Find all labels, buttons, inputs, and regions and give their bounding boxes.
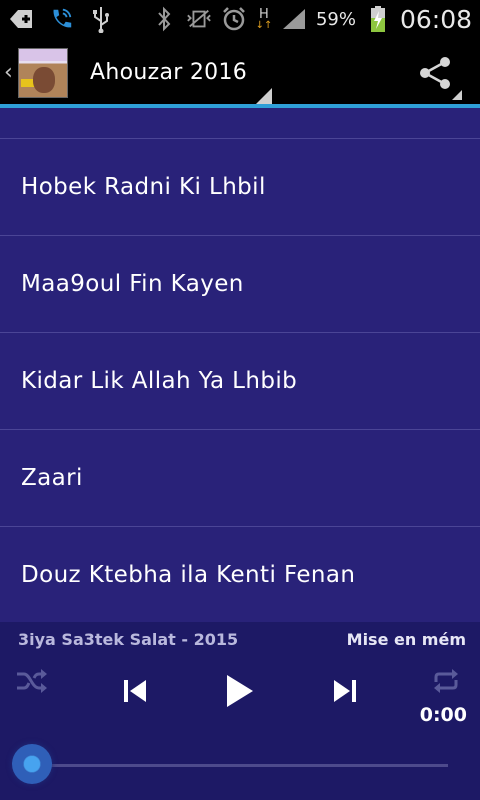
shuffle-icon[interactable] [14,666,50,696]
seek-bar[interactable] [16,764,448,767]
vibrate-icon [186,6,212,32]
add-notification-icon [8,6,34,32]
status-bar: H ↓↑ 59% 06:08 [0,0,480,38]
elapsed-time: 0:00 [419,704,467,726]
network-type-icon: H ↓↑ [255,6,273,31]
app-logo[interactable] [18,48,68,98]
now-playing-title: 3iya Sa3tek Salat - 2015 [18,630,239,649]
alarm-icon [221,6,247,32]
player-status-text: Mise en mém [346,630,466,649]
list-item[interactable]: Kidar Lik Allah Ya Lhbib [0,333,480,430]
phone-call-icon [48,6,74,32]
battery-percent: 59% [315,8,356,30]
play-icon[interactable] [218,670,260,712]
song-title: Maa9oul Fin Kayen [21,271,244,297]
song-title: Kidar Lik Allah Ya Lhbib [21,368,298,394]
repeat-icon[interactable] [428,666,464,696]
spinner-indicator-icon [256,88,272,104]
network-type-label: H [259,6,269,22]
next-icon[interactable] [328,674,362,708]
list-item[interactable]: Douz Ktebha ila Kenti Fenan [0,527,480,622]
previous-icon[interactable] [118,674,152,708]
share-icon[interactable] [416,54,456,94]
song-title: Douz Ktebha ila Kenti Fenan [21,562,356,588]
action-bar-title[interactable]: Ahouzar 2016 [90,60,247,85]
back-chevron-icon[interactable]: ‹ [4,60,13,85]
signal-icon [281,6,307,32]
song-title: Hobek Radni Ki Lhbil [21,174,266,200]
seek-thumb[interactable] [12,744,52,784]
list-item[interactable]: Hobek Radni Ki Lhbil [0,139,480,236]
list-item[interactable]: Zaari [0,430,480,527]
player-panel: 3iya Sa3tek Salat - 2015 Mise en mém 0:0… [0,622,480,800]
bluetooth-icon [151,6,177,32]
clock-time: 06:08 [399,4,472,34]
usb-icon [88,6,114,33]
battery-charging-icon [365,6,391,32]
overflow-indicator-icon [452,90,462,100]
list-item[interactable]: Maa9oul Fin Kayen [0,236,480,333]
song-list[interactable]: Hobek Radni Ki Lhbil Maa9oul Fin Kayen K… [0,108,480,622]
action-bar: ‹ Ahouzar 2016 [0,38,480,108]
song-title: Zaari [21,465,83,491]
